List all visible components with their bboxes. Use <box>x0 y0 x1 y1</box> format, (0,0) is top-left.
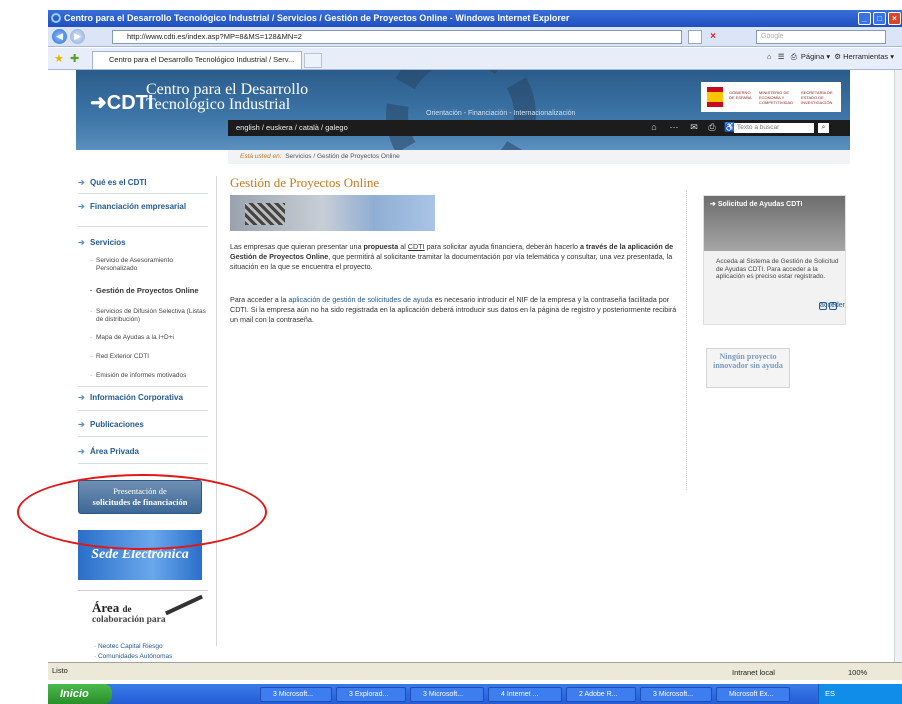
cdti-abbr: CDTI <box>407 242 425 251</box>
aplicacion-link[interactable]: aplicación de gestión de solicitudes de … <box>288 295 432 304</box>
banner-image <box>230 195 435 231</box>
back-button[interactable]: ◀ <box>52 29 67 44</box>
spain-flag-icon <box>707 87 723 107</box>
nav-publicaciones[interactable]: ➔ Publicaciones <box>78 420 204 429</box>
nav-financiacion[interactable]: ➔ Financiación empresarial <box>78 202 204 218</box>
nav-sub-emision[interactable]: Emisión de informes motivados <box>88 372 208 380</box>
arrow-icon: ➔ <box>78 420 85 429</box>
nav-sub-mapa[interactable]: Mapa de Ayudas a la I+D+i <box>88 334 208 342</box>
arrow-icon: ➔ <box>78 393 85 402</box>
government-logo[interactable]: GOBIERNO DE ESPAÑA MINISTERIO DE ECONOMÍ… <box>701 82 841 112</box>
feeds-icon[interactable]: ☰ <box>778 52 785 61</box>
security-zone[interactable]: Intranet local <box>732 665 775 681</box>
taskbar-item[interactable]: 3 Microsoft... <box>640 687 712 702</box>
vertical-scrollbar[interactable] <box>894 70 902 662</box>
arrow-icon: ➔ <box>78 447 85 456</box>
site-tagline: Orientación - Financiación - Internacion… <box>426 110 576 117</box>
home-icon[interactable]: ⌂ <box>767 52 772 61</box>
favorites-star-icon[interactable]: ★ <box>54 52 64 65</box>
solicitud-text: Acceda al Sistema de Gestión de Solicitu… <box>716 258 839 280</box>
nav-sub-asesoramiento[interactable]: Servicio de Asesoramiento Personalizado <box>88 257 208 273</box>
presentacion-solicitudes-button[interactable]: Presentación de solicitudes de financiac… <box>78 480 202 514</box>
tab-current[interactable]: Centro para el Desarrollo Tecnológico In… <box>92 51 302 69</box>
sede-electronica-banner[interactable]: Sede Electrónica <box>78 530 202 580</box>
browser-search-input[interactable]: Google <box>756 30 886 44</box>
link-neotec[interactable]: · Neotec Capital Riesgo <box>94 643 163 650</box>
page-title: Gestión de Proyectos Online <box>230 175 380 190</box>
command-bar: ⌂ ☰ ⎙ Página ▾ ⚙ Herramientas ▾ <box>766 52 894 61</box>
plus-icon: + <box>829 302 837 310</box>
site-header: ➜CDTI Centro para el Desarrollo Tecnológ… <box>76 70 850 150</box>
language-links[interactable]: english / euskera / català / galego <box>236 123 348 132</box>
arrow-icon: ➔ <box>78 202 85 211</box>
home-icon[interactable]: ⌂ <box>648 121 660 134</box>
taskbar-item[interactable]: 3 Microsoft... <box>260 687 332 702</box>
stop-icon[interactable]: × <box>706 30 720 44</box>
url-input[interactable]: http://www.cdti.es/index.asp?MP=8&MS=128… <box>112 30 682 44</box>
nav-sub-gestion[interactable]: Gestión de Proyectos Online <box>88 287 208 296</box>
breadcrumb-path[interactable]: Servicios / Gestión de Proyectos Online <box>285 153 400 160</box>
taskbar-item[interactable]: 3 Explorad... <box>336 687 406 702</box>
paragraph-1: Las empresas que quieran presentar una p… <box>230 242 674 271</box>
add-favorites-icon[interactable]: ✚ <box>70 52 79 65</box>
site-search-input[interactable]: Texto a buscar <box>734 123 814 133</box>
cdti-logo[interactable]: ➜CDTI <box>90 90 153 115</box>
nav-sub-red[interactable]: Red Exterior CDTI <box>88 353 208 361</box>
nav-info-corporativa[interactable]: ➔ Información Corporativa <box>78 393 204 402</box>
system-tray[interactable]: ES <box>818 684 902 704</box>
arrow-icon: ➔ <box>78 238 85 247</box>
maximize-button[interactable]: □ <box>873 12 886 25</box>
search-icon[interactable]: ⌕ <box>818 123 829 133</box>
zoom-level[interactable]: 100% <box>848 665 867 681</box>
acceder-link[interactable]: acceder + <box>819 302 845 310</box>
org-name: Centro para el Desarrollo Tecnológico In… <box>146 81 309 113</box>
divider <box>686 190 687 490</box>
page-viewport: ➜CDTI Centro para el Desarrollo Tecnológ… <box>48 70 902 662</box>
ie-icon <box>51 13 61 23</box>
taskbar-item[interactable]: 2 Adobe R... <box>566 687 636 702</box>
page-menu[interactable]: Página <box>801 52 824 61</box>
forward-button[interactable]: ▶ <box>70 29 85 44</box>
nav-que-es[interactable]: ➔ Qué es el CDTI <box>78 178 204 187</box>
print-icon[interactable]: ⎙ <box>791 52 797 61</box>
taskbar-item[interactable]: 4 Internet ... <box>488 687 562 702</box>
start-button[interactable]: Inicio <box>48 684 112 704</box>
tools-menu[interactable]: Herramientas <box>843 52 888 61</box>
divider <box>216 176 217 646</box>
nav-area-privada[interactable]: ➔ Área Privada <box>78 447 204 456</box>
tab-label: Centro para el Desarrollo Tecnológico In… <box>109 55 295 64</box>
pen-icon <box>165 594 203 616</box>
solicitud-box: ➔ Solicitud de Ayudas CDTI Acceda al Sis… <box>703 195 846 325</box>
close-button[interactable]: × <box>888 12 901 25</box>
taskbar-item[interactable]: 3 Microsoft... <box>410 687 484 702</box>
area-colaboracion: Área de colaboración para · Neotec Capit… <box>78 590 208 662</box>
link-comunidades[interactable]: · Comunidades Autónomas <box>94 653 172 660</box>
taskbar-item[interactable]: Microsoft Ex... <box>716 687 790 702</box>
minimize-button[interactable]: _ <box>858 12 871 25</box>
new-tab-button[interactable] <box>304 53 322 68</box>
window-title-bar[interactable]: Centro para el Desarrollo Tecnológico In… <box>48 10 902 27</box>
arrow-icon: ➔ <box>710 201 716 208</box>
arrow-icon: ➔ <box>78 178 85 187</box>
language-bar: english / euskera / català / galego ⌂ ⋯ … <box>228 120 850 136</box>
status-bar: Listo Intranet local 100% <box>48 662 902 680</box>
nav-servicios[interactable]: ➔ Servicios <box>78 238 204 247</box>
breadcrumb: Está usted en: Servicios / Gestión de Pr… <box>228 150 850 164</box>
mail-icon[interactable]: ✉ <box>688 121 700 134</box>
print-icon[interactable]: ⎙ <box>706 121 718 134</box>
tools-icon: ⚙ <box>834 52 842 61</box>
ningun-proyecto-banner[interactable]: Ningún proyecto innovador sin ayuda <box>706 348 790 388</box>
taskbar: Inicio 3 Microsoft... 3 Explorad... 3 Mi… <box>48 684 902 704</box>
area-subtitle: colaboración para <box>92 615 166 625</box>
nav-sub-difusion[interactable]: Servicios de Difusión Selectiva (Listas … <box>88 308 208 324</box>
solicitud-header: ➔ Solicitud de Ayudas CDTI <box>704 196 845 251</box>
sitemap-icon[interactable]: ⋯ <box>668 121 680 134</box>
area-title: Área de <box>92 600 132 615</box>
status-text: Listo <box>52 666 68 675</box>
tab-bar: ★ ✚ Centro para el Desarrollo Tecnológic… <box>48 48 902 70</box>
refresh-icon[interactable] <box>688 30 702 44</box>
paragraph-2: Para acceder a la aplicación de gestión … <box>230 295 677 324</box>
window-title: Centro para el Desarrollo Tecnológico In… <box>64 13 570 23</box>
address-toolbar: ◀ ▶ http://www.cdti.es/index.asp?MP=8&MS… <box>48 27 902 47</box>
